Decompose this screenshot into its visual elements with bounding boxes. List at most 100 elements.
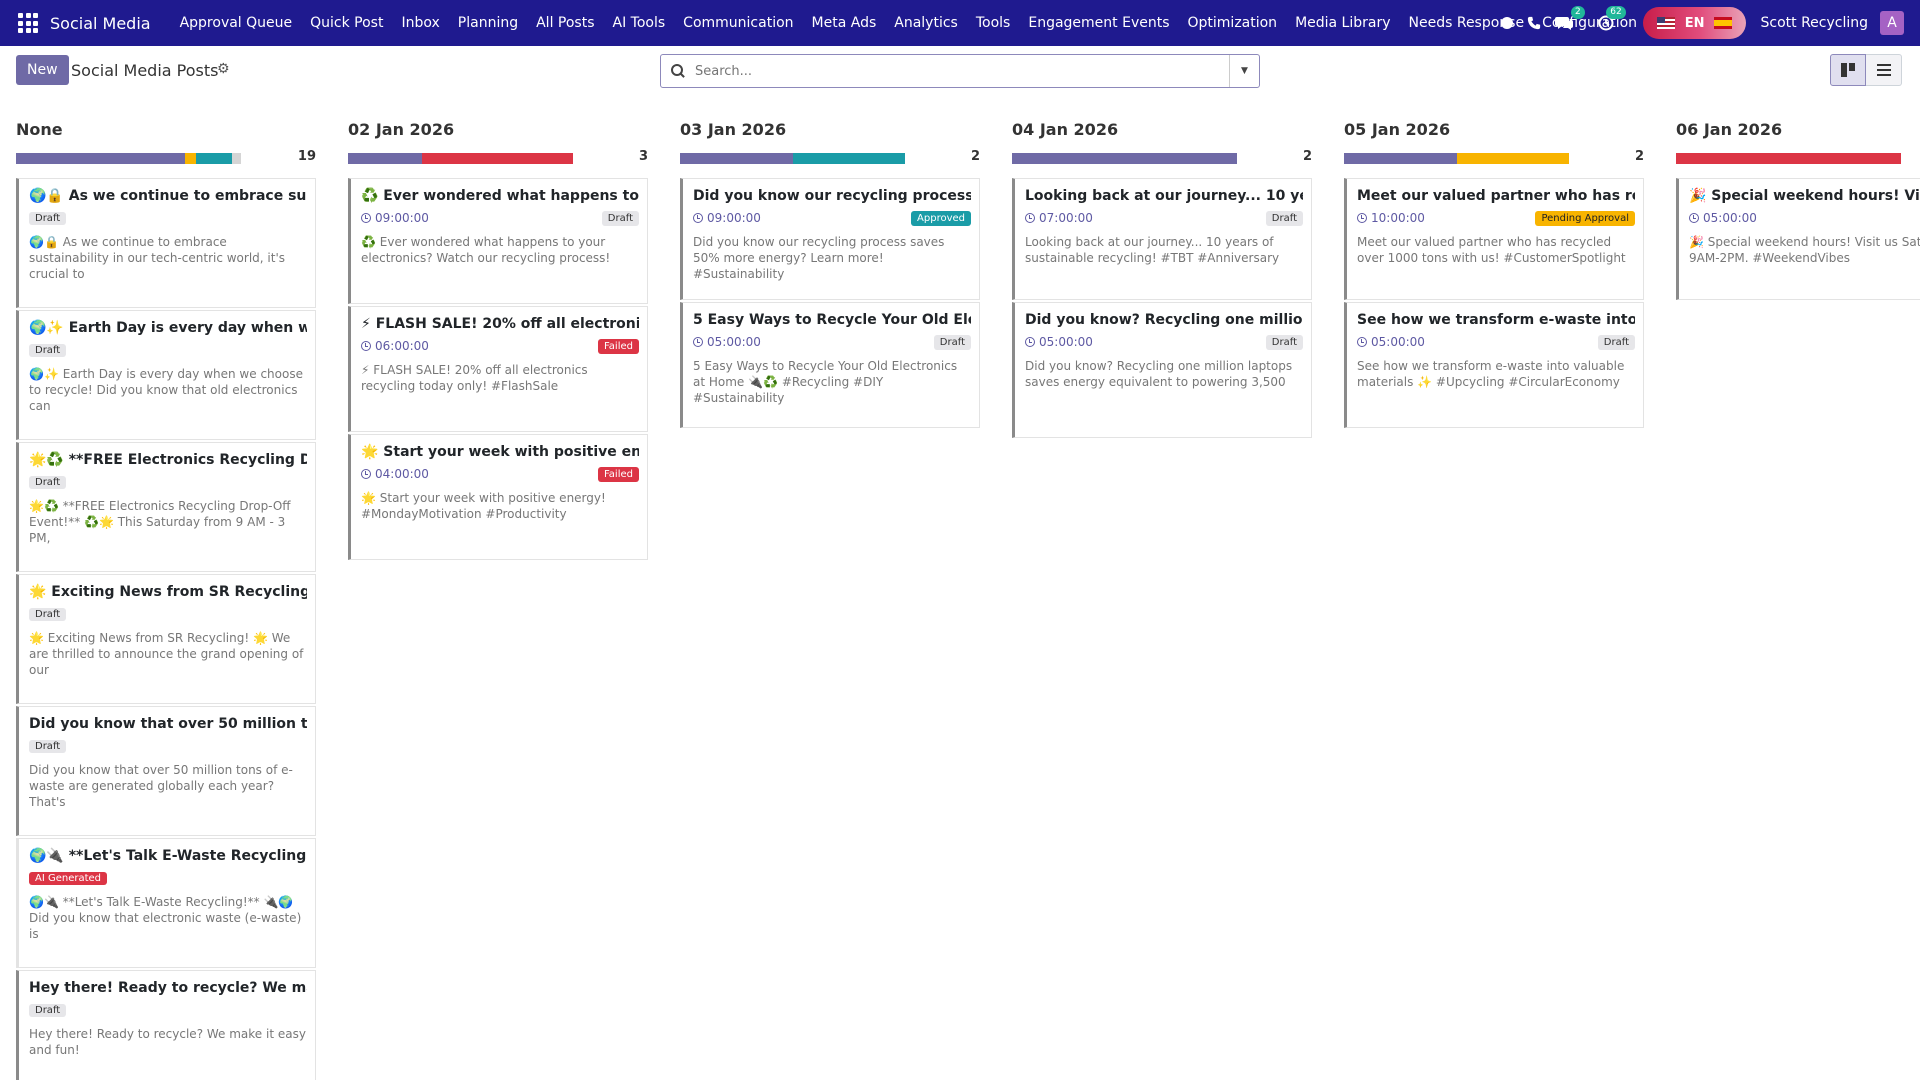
gear-icon[interactable]: ⚙ (217, 61, 230, 77)
progress-segment[interactable] (1676, 153, 1901, 164)
app-grid-icon[interactable] (16, 11, 40, 35)
menu-item-analytics[interactable]: Analytics (885, 15, 967, 31)
post-card[interactable]: 🌟♻️ **FREE Electronics Recycling Drop-Of… (16, 442, 316, 572)
post-preview: 🌍🔌 **Let's Talk E-Waste Recycling!** 🔌🌍 … (29, 895, 302, 941)
post-card[interactable]: 🌍🔌 **Let's Talk E-Waste Recycling!** 🔌 AI… (16, 838, 316, 968)
post-card[interactable]: See how we transform e-waste into valuab… (1344, 302, 1644, 428)
post-card[interactable]: 🌟 Exciting News from SR Recycling! 🌟 Draf… (16, 574, 316, 704)
navbar-systray: 2 62 EN Scott Recycling A (1494, 0, 1920, 46)
progress-segment[interactable] (1344, 153, 1457, 164)
progress-segment[interactable] (792, 153, 905, 164)
phone-icon[interactable] (1527, 16, 1541, 30)
column-title[interactable]: 04 Jan 2026 (1012, 120, 1118, 139)
column-progress-bar[interactable] (680, 153, 905, 164)
post-title: 5 Easy Ways to Recycle Your Old Electron… (693, 312, 971, 328)
search-input[interactable] (695, 63, 1229, 79)
post-card[interactable]: 🌍🔒 As we continue to embrace sustainabil… (16, 178, 316, 308)
status-badge: Draft (29, 212, 67, 225)
clock-icon (1357, 337, 1367, 347)
column-progress-bar[interactable] (1012, 153, 1237, 164)
messages-icon[interactable]: 2 (1554, 6, 1585, 31)
post-title: 🌍✨ Earth Day is every day when we choose (29, 320, 307, 336)
time-text: 07:00:00 (1039, 211, 1093, 225)
menu-item-meta-ads[interactable]: Meta Ads (803, 15, 886, 31)
language-switcher[interactable]: EN (1642, 7, 1747, 39)
user-avatar[interactable]: A (1880, 11, 1904, 35)
progress-segment[interactable] (196, 153, 232, 164)
kanban-icon (1841, 63, 1855, 77)
status-badge: Pending Approval (1535, 210, 1635, 226)
menu-item-planning[interactable]: Planning (449, 15, 527, 31)
column-count: 2 (970, 149, 980, 164)
column-progress-bar[interactable] (16, 153, 241, 164)
column-title[interactable]: 06 Jan 2026 (1676, 120, 1782, 139)
time-text: 05:00:00 (1371, 335, 1425, 349)
column-title[interactable]: None (16, 120, 63, 139)
menu-item-inbox[interactable]: Inbox (392, 15, 448, 31)
activities-count-badge: 62 (1606, 6, 1626, 19)
menu-item-optimization[interactable]: Optimization (1179, 15, 1287, 31)
progress-segment[interactable] (16, 153, 185, 164)
column-progress-bar[interactable] (348, 153, 573, 164)
list-view-button[interactable] (1866, 54, 1902, 86)
status-badge: Approved (911, 210, 971, 226)
post-card[interactable]: ♻️ Ever wondered what happens to your 09:… (348, 178, 648, 304)
progress-segment[interactable] (1456, 153, 1569, 164)
search-options-toggle[interactable]: ▼ (1229, 55, 1259, 87)
scheduled-time: 09:00:00 (693, 211, 761, 225)
column-progress-bar[interactable] (1344, 153, 1569, 164)
post-meta: 05:00:00 Draft (1357, 334, 1635, 350)
progress-segment[interactable] (1012, 153, 1237, 164)
post-card[interactable]: Looking back at our journey... 10 years … (1012, 178, 1312, 300)
clock-icon (361, 469, 371, 479)
scheduled-time: 10:00:00 (1357, 211, 1425, 225)
progress-segment[interactable] (232, 153, 241, 164)
post-card[interactable]: 🎉 Special weekend hours! Visit us Saturd… (1676, 178, 1920, 300)
post-meta: 05:00:00 (1689, 210, 1920, 226)
column-title[interactable]: 03 Jan 2026 (680, 120, 786, 139)
progress-segment[interactable] (184, 153, 196, 164)
activities-clock-icon[interactable]: 62 (1598, 6, 1626, 31)
post-card[interactable]: 🌟 Start your week with positive energy! 0… (348, 434, 648, 560)
menu-item-approval-queue[interactable]: Approval Queue (171, 15, 302, 31)
menu-item-tools[interactable]: Tools (967, 15, 1020, 31)
tag-row: Draft (29, 342, 307, 358)
post-preview: ⚡ FLASH SALE! 20% off all electronics re… (361, 363, 588, 393)
company-switcher[interactable]: Scott Recycling (1760, 15, 1868, 31)
post-card[interactable]: Did you know our recycling process saves… (680, 178, 980, 300)
post-card[interactable]: Meet our valued partner who has recycled… (1344, 178, 1644, 300)
menu-item-media-library[interactable]: Media Library (1286, 15, 1399, 31)
scheduled-time: 05:00:00 (693, 335, 761, 349)
status-badge: Draft (29, 608, 67, 621)
clock-icon (1025, 213, 1035, 223)
progress-segment[interactable] (422, 153, 573, 164)
status-dot-icon[interactable] (1500, 17, 1513, 29)
post-preview: 🌍✨ Earth Day is every day when we choose… (29, 367, 303, 413)
progress-segment[interactable] (348, 153, 423, 164)
post-card[interactable]: 🌍✨ Earth Day is every day when we choose… (16, 310, 316, 440)
progress-segment[interactable] (680, 153, 793, 164)
post-card[interactable]: Hey there! Ready to recycle? We make it D… (16, 970, 316, 1080)
status-badge: Draft (1265, 210, 1303, 226)
clock-icon (361, 213, 371, 223)
language-code: EN (1684, 15, 1705, 31)
column-title[interactable]: 02 Jan 2026 (348, 120, 454, 139)
new-button[interactable]: New (16, 55, 69, 85)
post-card[interactable]: 5 Easy Ways to Recycle Your Old Electron… (680, 302, 980, 428)
menu-item-all-posts[interactable]: All Posts (527, 15, 603, 31)
post-card[interactable]: Did you know? Recycling one million lapt… (1012, 302, 1312, 438)
menu-item-ai-tools[interactable]: AI Tools (604, 15, 675, 31)
menu-item-engagement-events[interactable]: Engagement Events (1019, 15, 1178, 31)
app-brand[interactable]: Social Media (50, 14, 151, 33)
column-title[interactable]: 05 Jan 2026 (1344, 120, 1450, 139)
clock-icon (693, 337, 703, 347)
post-card[interactable]: ⚡ FLASH SALE! 20% off all electronics re… (348, 306, 648, 432)
kanban-view-button[interactable] (1830, 54, 1866, 86)
post-preview: 🌟♻️ **FREE Electronics Recycling Drop-Of… (29, 499, 291, 545)
menu-item-quick-post[interactable]: Quick Post (301, 15, 392, 31)
top-navbar: Social Media Approval Queue Quick Post I… (0, 0, 1920, 46)
column-progress-bar[interactable] (1676, 153, 1901, 164)
menu-item-communication[interactable]: Communication (674, 15, 802, 31)
post-preview: 5 Easy Ways to Recycle Your Old Electron… (693, 359, 958, 405)
post-card[interactable]: Did you know that over 50 million tons o… (16, 706, 316, 836)
